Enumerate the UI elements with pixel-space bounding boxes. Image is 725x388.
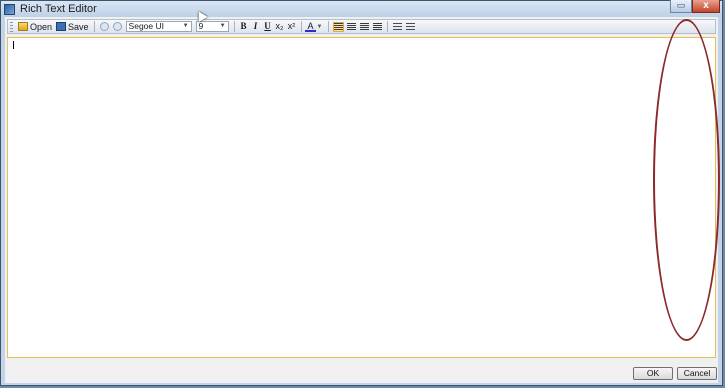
align-right-icon[interactable] — [359, 22, 369, 31]
redo-icon[interactable] — [112, 22, 122, 31]
dialog-client-area: Open Save Segoe UI ▼ 9 ▼ B I U x₂ x² A ▼… — [5, 17, 718, 383]
chevron-down-icon: ▼ — [219, 23, 226, 29]
dialog-footer: OK Cancel — [5, 361, 718, 383]
font-size-select[interactable]: 9 ▼ — [195, 21, 229, 32]
minimize-button[interactable]: ▭ — [670, 0, 692, 13]
text-caret — [13, 41, 14, 49]
align-left-icon[interactable] — [332, 21, 344, 32]
subscript-button[interactable]: x₂ — [274, 21, 285, 32]
font-size-value: 9 — [198, 21, 204, 31]
bold-button[interactable]: B — [238, 21, 249, 32]
font-family-value: Segoe UI — [128, 21, 164, 31]
cancel-button[interactable]: Cancel — [677, 367, 717, 380]
align-justify-icon[interactable] — [372, 22, 382, 31]
underline-button[interactable]: U — [262, 21, 273, 32]
open-label: Open — [30, 21, 53, 32]
red-ellipse-annotation — [653, 19, 720, 341]
folder-open-icon — [18, 22, 28, 31]
bullet-list-icon[interactable] — [392, 22, 402, 31]
rich-text-editor-window: Rich Text Editor ▭ x Open Save Segoe UI … — [0, 0, 723, 386]
save-button[interactable]: Save — [54, 20, 91, 33]
formatting-toolbar: Open Save Segoe UI ▼ 9 ▼ B I U x₂ x² A ▼ — [7, 19, 716, 34]
title-bar[interactable]: Rich Text Editor ▭ x — [1, 0, 722, 17]
open-button[interactable]: Open — [16, 20, 54, 33]
toolbar-separator — [327, 21, 329, 32]
font-color-button[interactable]: A — [305, 21, 317, 32]
italic-button[interactable]: I — [250, 21, 261, 32]
chevron-down-icon[interactable]: ▼ — [317, 24, 323, 30]
font-family-select[interactable]: Segoe UI ▼ — [125, 21, 192, 32]
window-title: Rich Text Editor — [20, 3, 97, 15]
chevron-down-icon: ▼ — [182, 23, 189, 29]
close-button[interactable]: x — [692, 0, 720, 13]
toolbar-separator — [233, 21, 235, 32]
align-center-icon[interactable] — [346, 22, 356, 31]
superscript-button[interactable]: x² — [286, 21, 297, 32]
toolbar-separator — [93, 21, 95, 32]
toolbar-grip-icon[interactable] — [10, 21, 13, 32]
numbered-list-icon[interactable] — [405, 22, 415, 31]
toolbar-separator — [386, 21, 388, 32]
undo-icon[interactable] — [99, 22, 109, 31]
save-label: Save — [68, 21, 89, 32]
rich-text-editor-area[interactable] — [7, 37, 716, 358]
toolbar-separator — [300, 21, 302, 32]
app-icon — [4, 3, 15, 15]
floppy-disk-icon — [56, 22, 67, 31]
ok-button[interactable]: OK — [633, 367, 673, 380]
